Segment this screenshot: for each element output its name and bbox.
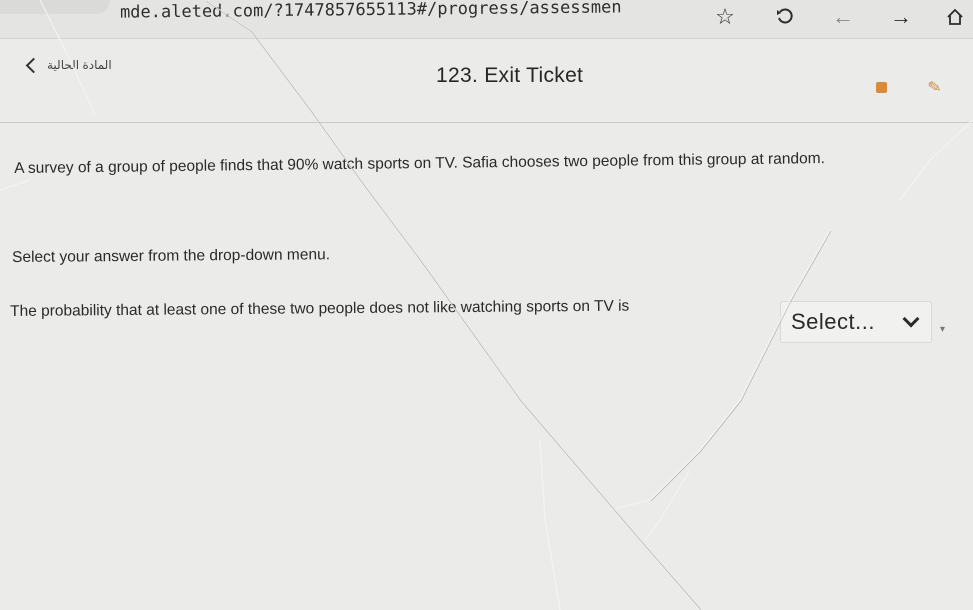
back-link-label: المادة الحالية [47, 58, 112, 72]
dropdown-value: Select... [791, 309, 875, 334]
home-icon[interactable] [942, 4, 968, 30]
flag-icon[interactable] [876, 82, 887, 93]
reload-icon[interactable] [772, 4, 798, 30]
star-icon[interactable]: ☆ [712, 4, 738, 30]
arrow-left-icon[interactable]: ← [830, 4, 856, 30]
question-instruction: Select your answer from the drop-down me… [12, 246, 331, 266]
address-bar[interactable]: mde.aleted.com/?1747857655113#/progress/… [120, 0, 622, 23]
accessibility-icon[interactable]: ▾ [940, 325, 950, 335]
question-content: A survey of a group of people finds that… [0, 125, 973, 610]
back-link[interactable]: المادة الحالية [25, 57, 112, 73]
page-title: 123. Exit Ticket [436, 64, 584, 87]
browser-toolbar: mde.aleted.com/?1747857655113#/progress/… [0, 0, 973, 39]
question-text: A survey of a group of people finds that… [14, 150, 825, 177]
chevron-left-icon [25, 57, 42, 73]
pencil-icon[interactable]: ✎ [927, 78, 948, 99]
browser-tab[interactable] [0, 0, 110, 14]
arrow-right-icon[interactable]: → [888, 4, 914, 30]
answer-dropdown[interactable]: Select... [780, 301, 932, 343]
chevron-down-icon [902, 310, 920, 328]
answer-prompt: The probability that at least one of the… [10, 297, 630, 320]
